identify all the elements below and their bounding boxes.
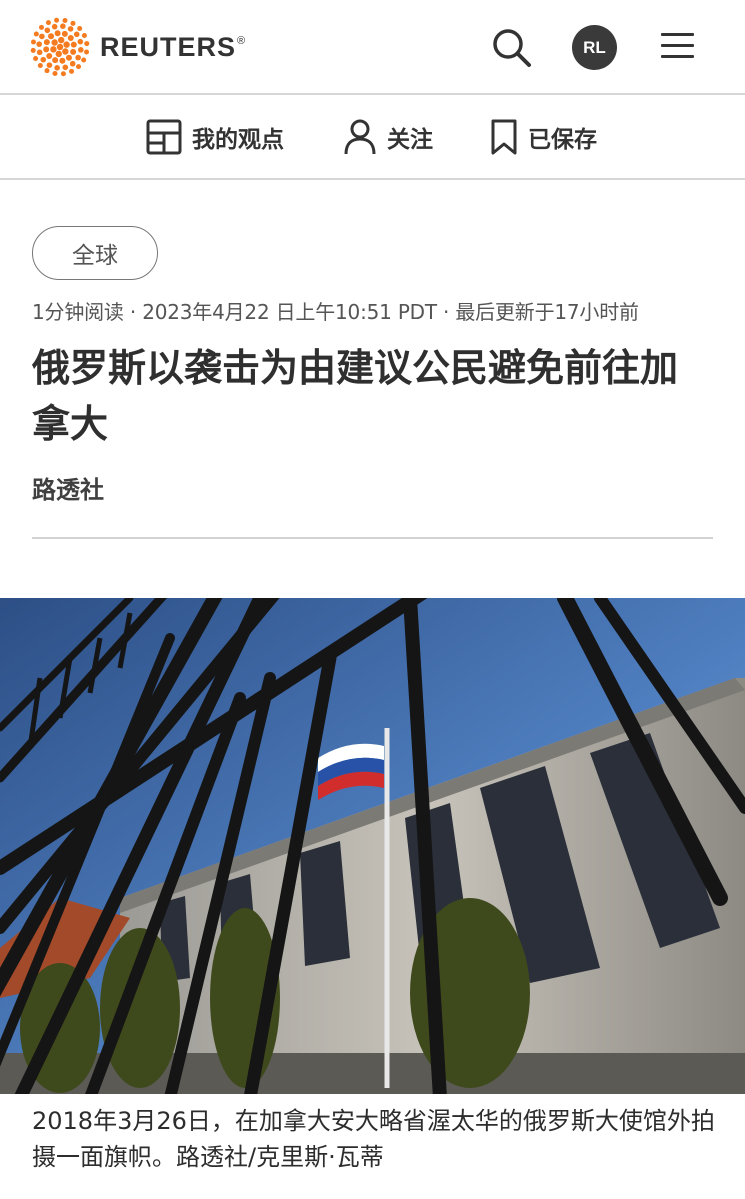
image-caption: 2018年3月26日，在加拿大安大略省渥太华的俄罗斯大使馆外拍摄一面旗帜。路透社… [32,1107,715,1171]
divider [32,537,713,539]
subnav-label: 关注 [387,126,433,153]
top-header: REUTERS® RL [0,0,745,95]
reuters-logo[interactable]: REUTERS® [30,17,246,77]
subnav-saved[interactable]: 已保存 [490,95,597,178]
sub-navigation: 我的观点 关注 已保存 [0,95,745,180]
reuters-logo-icon [30,17,90,77]
bookmark-icon [491,119,517,154]
article-image[interactable] [0,598,745,1094]
brand-wordmark: REUTERS® [100,31,247,62]
subnav-label: 已保存 [528,126,597,153]
hamburger-menu-icon[interactable] [661,33,697,61]
article-byline[interactable]: 路透社 [32,470,104,505]
subnav-my-view[interactable]: 我的观点 [146,95,284,178]
dashboard-icon [146,119,182,154]
article-meta: 1分钟阅读 · 2023年4月22 日上午10:51 PDT · 最后更新于17… [32,300,639,324]
subnav-following[interactable]: 关注 [343,95,433,178]
section-tag[interactable]: 全球 [32,226,158,280]
person-icon [344,119,376,154]
subnav-label: 我的观点 [192,126,284,153]
search-button[interactable] [490,26,534,70]
embassy-flag-photo [0,598,745,1094]
search-icon [493,29,531,67]
article-title: 俄罗斯以袭击为由建议公民避免前往加拿大 [32,346,679,446]
account-avatar[interactable]: RL [572,25,617,70]
